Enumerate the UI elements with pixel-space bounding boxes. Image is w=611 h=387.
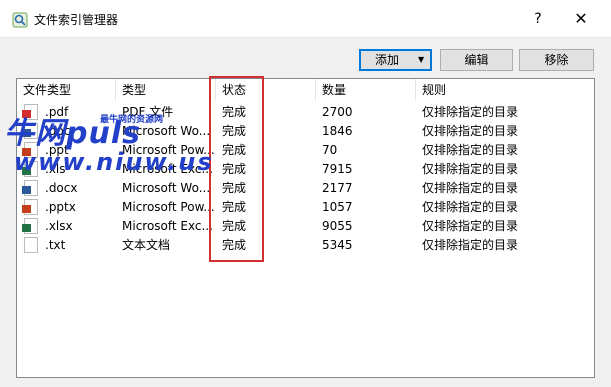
- type-cell: Microsoft Exc...: [122, 219, 213, 233]
- type-cell: Microsoft Exc...: [122, 162, 213, 176]
- file-type-cell: .xls: [17, 160, 116, 179]
- file-type-cell: .docx: [17, 179, 116, 198]
- dropdown-arrow-icon[interactable]: ▼: [418, 51, 424, 69]
- pdf-icon: [22, 104, 38, 120]
- table-row[interactable]: .xls Microsoft Exc... 完成 7915 仅排除指定的目录: [17, 160, 594, 179]
- column-header-type[interactable]: 类型: [116, 79, 216, 101]
- count-cell: 9055: [322, 219, 353, 233]
- count-cell: 1057: [322, 200, 353, 214]
- file-extension: .ppt: [45, 143, 69, 157]
- type-cell: PDF 文件: [122, 105, 174, 119]
- rule-cell: 仅排除指定的目录: [422, 219, 519, 233]
- table-row[interactable]: .xlsx Microsoft Exc... 完成 9055 仅排除指定的目录: [17, 217, 594, 236]
- close-button[interactable]: ✕: [568, 7, 594, 31]
- file-type-cell: .pptx: [17, 198, 116, 217]
- rule-cell: 仅排除指定的目录: [422, 200, 519, 214]
- excel-icon: [22, 218, 38, 234]
- table-row[interactable]: .doc Microsoft Wo... 完成 1846 仅排除指定的目录: [17, 122, 594, 141]
- remove-button[interactable]: 移除: [519, 49, 594, 71]
- file-extension: .pptx: [45, 200, 76, 214]
- column-header-rule[interactable]: 规则: [416, 79, 594, 101]
- file-type-cell: .xlsx: [17, 217, 116, 236]
- file-type-cell: .ppt: [17, 141, 116, 160]
- count-cell: 7915: [322, 162, 353, 176]
- rule-cell: 仅排除指定的目录: [422, 162, 519, 176]
- file-type-list[interactable]: 文件类型 类型 状态 数量 规则 .pdf PDF 文件 完成 2700 仅排除…: [16, 78, 595, 378]
- rule-cell: 仅排除指定的目录: [422, 143, 519, 157]
- type-cell: Microsoft Pow...: [122, 200, 215, 214]
- file-type-cell: .txt: [17, 236, 116, 255]
- table-row[interactable]: .pdf PDF 文件 完成 2700 仅排除指定的目录: [17, 103, 594, 122]
- add-button[interactable]: 添加 ▼: [359, 49, 432, 71]
- title-bar: 文件索引管理器 ? ✕: [0, 0, 611, 38]
- excel-icon: [22, 161, 38, 177]
- file-extension: .doc: [45, 124, 71, 138]
- powerpoint-icon: [22, 199, 38, 215]
- rule-cell: 仅排除指定的目录: [422, 238, 519, 252]
- count-cell: 1846: [322, 124, 353, 138]
- type-cell: 文本文档: [122, 238, 171, 252]
- type-cell: Microsoft Pow...: [122, 143, 215, 157]
- table-row[interactable]: .docx Microsoft Wo... 完成 2177 仅排除指定的目录: [17, 179, 594, 198]
- status-column-highlight: [209, 76, 264, 262]
- count-cell: 2177: [322, 181, 353, 195]
- file-extension: .txt: [45, 238, 66, 252]
- file-extension: .docx: [45, 181, 78, 195]
- type-cell: Microsoft Wo...: [122, 124, 211, 138]
- word-icon: [22, 123, 38, 139]
- column-header-file-type[interactable]: 文件类型: [17, 79, 116, 101]
- list-header: 文件类型 类型 状态 数量 规则: [17, 79, 594, 101]
- count-cell: 70: [322, 143, 338, 157]
- type-cell: Microsoft Wo...: [122, 181, 211, 195]
- rule-cell: 仅排除指定的目录: [422, 181, 519, 195]
- edit-button[interactable]: 编辑: [440, 49, 513, 71]
- file-extension: .pdf: [45, 105, 69, 119]
- table-row[interactable]: .txt 文本文档 完成 5345 仅排除指定的目录: [17, 236, 594, 255]
- search-index-icon: [12, 12, 28, 28]
- help-button[interactable]: ?: [526, 7, 550, 31]
- window-title: 文件索引管理器: [34, 13, 119, 27]
- count-cell: 5345: [322, 238, 353, 252]
- rule-cell: 仅排除指定的目录: [422, 105, 519, 119]
- column-header-count[interactable]: 数量: [316, 79, 416, 101]
- add-button-label: 添加: [375, 53, 400, 67]
- table-row[interactable]: .ppt Microsoft Pow... 完成 70 仅排除指定的目录: [17, 141, 594, 160]
- rule-cell: 仅排除指定的目录: [422, 124, 519, 138]
- file-extension: .xlsx: [45, 219, 73, 233]
- text-file-icon: [24, 237, 38, 253]
- file-type-cell: .doc: [17, 122, 116, 141]
- count-cell: 2700: [322, 105, 353, 119]
- powerpoint-icon: [22, 142, 38, 158]
- word-icon: [22, 180, 38, 196]
- file-extension: .xls: [45, 162, 66, 176]
- table-row[interactable]: .pptx Microsoft Pow... 完成 1057 仅排除指定的目录: [17, 198, 594, 217]
- file-type-cell: .pdf: [17, 103, 116, 122]
